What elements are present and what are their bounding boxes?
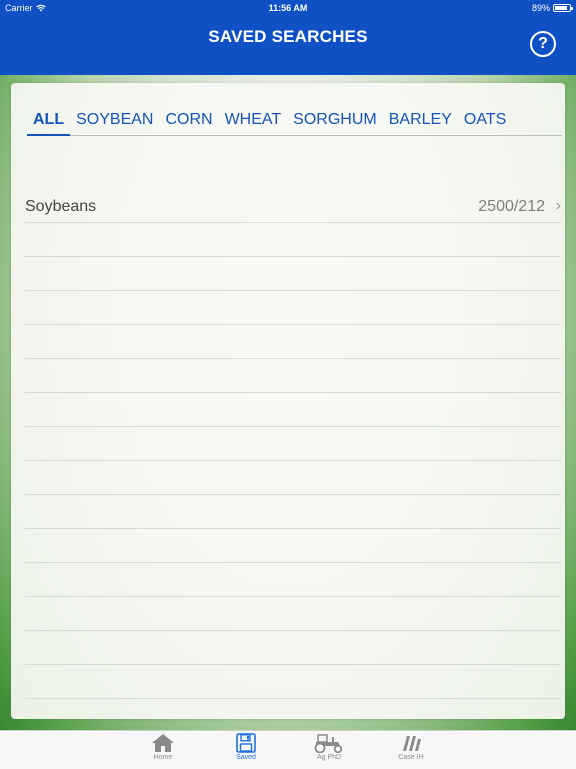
crop-tabs: ALL SOYBEAN CORN WHEAT SORGHUM BARLEY OA… (27, 103, 562, 136)
battery-fill (555, 6, 568, 10)
chevron-right-icon: › (555, 197, 561, 214)
saved-search-value: 2500/212 (478, 198, 545, 215)
tab-soybean[interactable]: SOYBEAN (70, 103, 159, 135)
empty-row (25, 597, 561, 631)
bottom-tab-bar: Home Saved Ag PhD Case IH (0, 730, 576, 769)
tab-home[interactable]: Home (133, 733, 193, 761)
battery-percent: 89% (531, 3, 550, 13)
empty-row (25, 291, 561, 325)
saved-search-name: Soybeans (25, 198, 97, 215)
saved-search-row[interactable]: Soybeans 2500/212 › (25, 188, 561, 223)
empty-row (25, 257, 561, 291)
tab-sorghum[interactable]: SORGHUM (287, 103, 383, 135)
tab-oats[interactable]: OATS (458, 103, 512, 135)
tractor-icon (314, 734, 343, 753)
saved-searches-card: ALL SOYBEAN CORN WHEAT SORGHUM BARLEY OA… (11, 83, 565, 719)
empty-row (25, 461, 561, 495)
empty-row (25, 359, 561, 393)
save-icon (236, 733, 256, 753)
empty-row (25, 529, 561, 563)
status-bar: Carrier 11:56 AM 89% (0, 0, 576, 18)
tab-saved[interactable]: Saved (216, 733, 276, 761)
battery-indicator: 89% (531, 3, 573, 13)
case-ih-icon (403, 736, 421, 751)
tab-ag-phd[interactable]: Ag PhD (299, 733, 359, 761)
page-title: SAVED SEARCHES (208, 27, 368, 46)
tab-ag-phd-label: Ag PhD (316, 754, 342, 761)
tab-saved-label: Saved (236, 754, 256, 761)
help-button[interactable]: ? (530, 31, 556, 57)
empty-row (25, 393, 561, 427)
tab-case-ih[interactable]: Case IH (381, 733, 441, 761)
tab-home-label: Home (153, 754, 173, 761)
help-icon: ? (538, 35, 548, 52)
saved-search-list: Soybeans 2500/212 › (25, 188, 561, 699)
empty-row (25, 325, 561, 359)
empty-row (25, 563, 561, 597)
navigation-bar: SAVED SEARCHES ? (0, 18, 576, 75)
empty-row (25, 631, 561, 665)
empty-row (25, 495, 561, 529)
home-icon (152, 734, 174, 752)
battery-icon (553, 4, 573, 12)
clock: 11:56 AM (268, 3, 308, 13)
tab-wheat[interactable]: WHEAT (219, 103, 288, 135)
tab-corn[interactable]: CORN (159, 103, 218, 135)
tab-barley[interactable]: BARLEY (383, 103, 458, 135)
empty-row (25, 665, 561, 699)
empty-row (25, 223, 561, 257)
empty-row (25, 427, 561, 461)
tab-case-ih-label: Case IH (398, 754, 424, 761)
tab-all[interactable]: ALL (27, 103, 71, 136)
